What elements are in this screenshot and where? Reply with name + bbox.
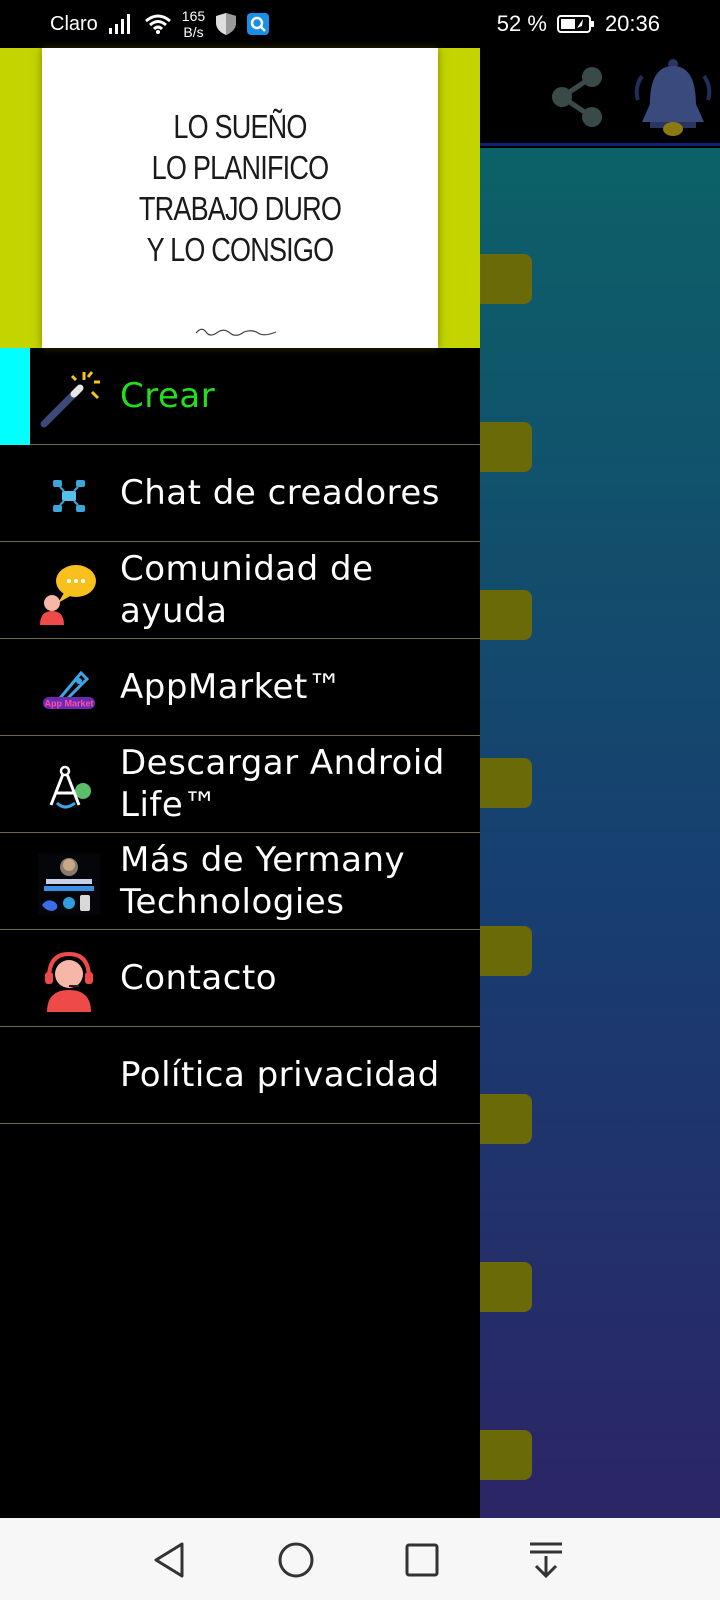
quote-line: TRABAJO DURO <box>138 190 342 227</box>
signal-icon <box>108 14 130 34</box>
drawer-menu: Crear Chat de creadores Comunidad de ayu… <box>0 348 480 1124</box>
bell-icon[interactable] <box>630 56 716 140</box>
status-left: Claro 165 B/s <box>50 0 270 48</box>
menu-item-label: Chat de creadores <box>120 473 440 513</box>
menu-item-descargar-android-life[interactable]: Descargar Android Life™ <box>0 736 480 833</box>
svg-text:App Market: App Market <box>44 699 93 709</box>
active-indicator <box>0 348 30 445</box>
appmarket-rocket-icon: App Market <box>36 657 102 723</box>
menu-item-contacto[interactable]: Contacto <box>0 930 480 1027</box>
status-right: 52 % 20:36 <box>497 0 660 48</box>
menu-item-comunidad-ayuda[interactable]: Comunidad de ayuda <box>0 542 480 639</box>
network-speed-value: 165 <box>181 8 206 24</box>
quote-image: LO SUEÑO LO PLANIFICO TRABAJO DURO Y LO … <box>42 48 438 348</box>
quote-line: LO PLANIFICO <box>151 149 329 186</box>
menu-item-label: Contacto <box>120 958 278 998</box>
network-chat-icon <box>36 463 102 529</box>
carrier-name: Claro <box>50 12 98 35</box>
support-agent-icon <box>36 948 102 1014</box>
quote-line: Y LO CONSIGO <box>146 231 334 268</box>
menu-item-label: Política privacidad <box>120 1055 440 1095</box>
signature-mark <box>195 328 277 336</box>
battery-percent: 52 % <box>496 11 547 36</box>
menu-item-mas-yermany[interactable]: Más de Yermany Technologies <box>0 833 480 930</box>
battery-icon <box>556 15 594 33</box>
magic-wand-icon <box>36 366 102 432</box>
system-nav-bar <box>0 1518 720 1600</box>
shield-icon <box>216 13 237 35</box>
network-speed-unit: B/s <box>183 24 204 40</box>
notification-pull-icon[interactable] <box>522 1536 570 1584</box>
menu-item-politica-privacidad[interactable]: Política privacidad <box>0 1027 480 1124</box>
menu-item-label: Comunidad de ayuda <box>120 549 374 631</box>
status-bar: Claro 165 B/s 52 % 20:36 <box>0 0 720 48</box>
clock: 20:36 <box>604 11 660 36</box>
quote-line: LO SUEÑO <box>173 108 307 145</box>
recents-icon[interactable] <box>398 1536 446 1584</box>
back-icon[interactable] <box>148 1536 196 1584</box>
menu-item-appmarket[interactable]: App Market AppMarket™ <box>0 639 480 736</box>
yermany-logo-icon <box>36 851 102 917</box>
share-icon[interactable] <box>548 62 606 132</box>
network-speed: 165 B/s <box>182 8 205 40</box>
community-chat-icon <box>36 560 102 626</box>
menu-item-label: Descargar Android Life™ <box>120 743 445 825</box>
android-studio-icon <box>36 754 102 820</box>
menu-item-label: AppMarket™ <box>120 667 343 707</box>
wifi-icon <box>144 14 171 34</box>
menu-item-label: Crear <box>120 376 216 416</box>
drawer-header: LO SUEÑO LO PLANIFICO TRABAJO DURO Y LO … <box>0 48 480 348</box>
home-icon[interactable] <box>272 1536 320 1584</box>
menu-item-crear[interactable]: Crear <box>0 348 480 445</box>
menu-item-label: Más de Yermany Technologies <box>120 840 406 922</box>
navigation-drawer: LO SUEÑO LO PLANIFICO TRABAJO DURO Y LO … <box>0 48 480 1518</box>
menu-item-chat-creadores[interactable]: Chat de creadores <box>0 445 480 542</box>
search-app-icon <box>247 13 270 35</box>
